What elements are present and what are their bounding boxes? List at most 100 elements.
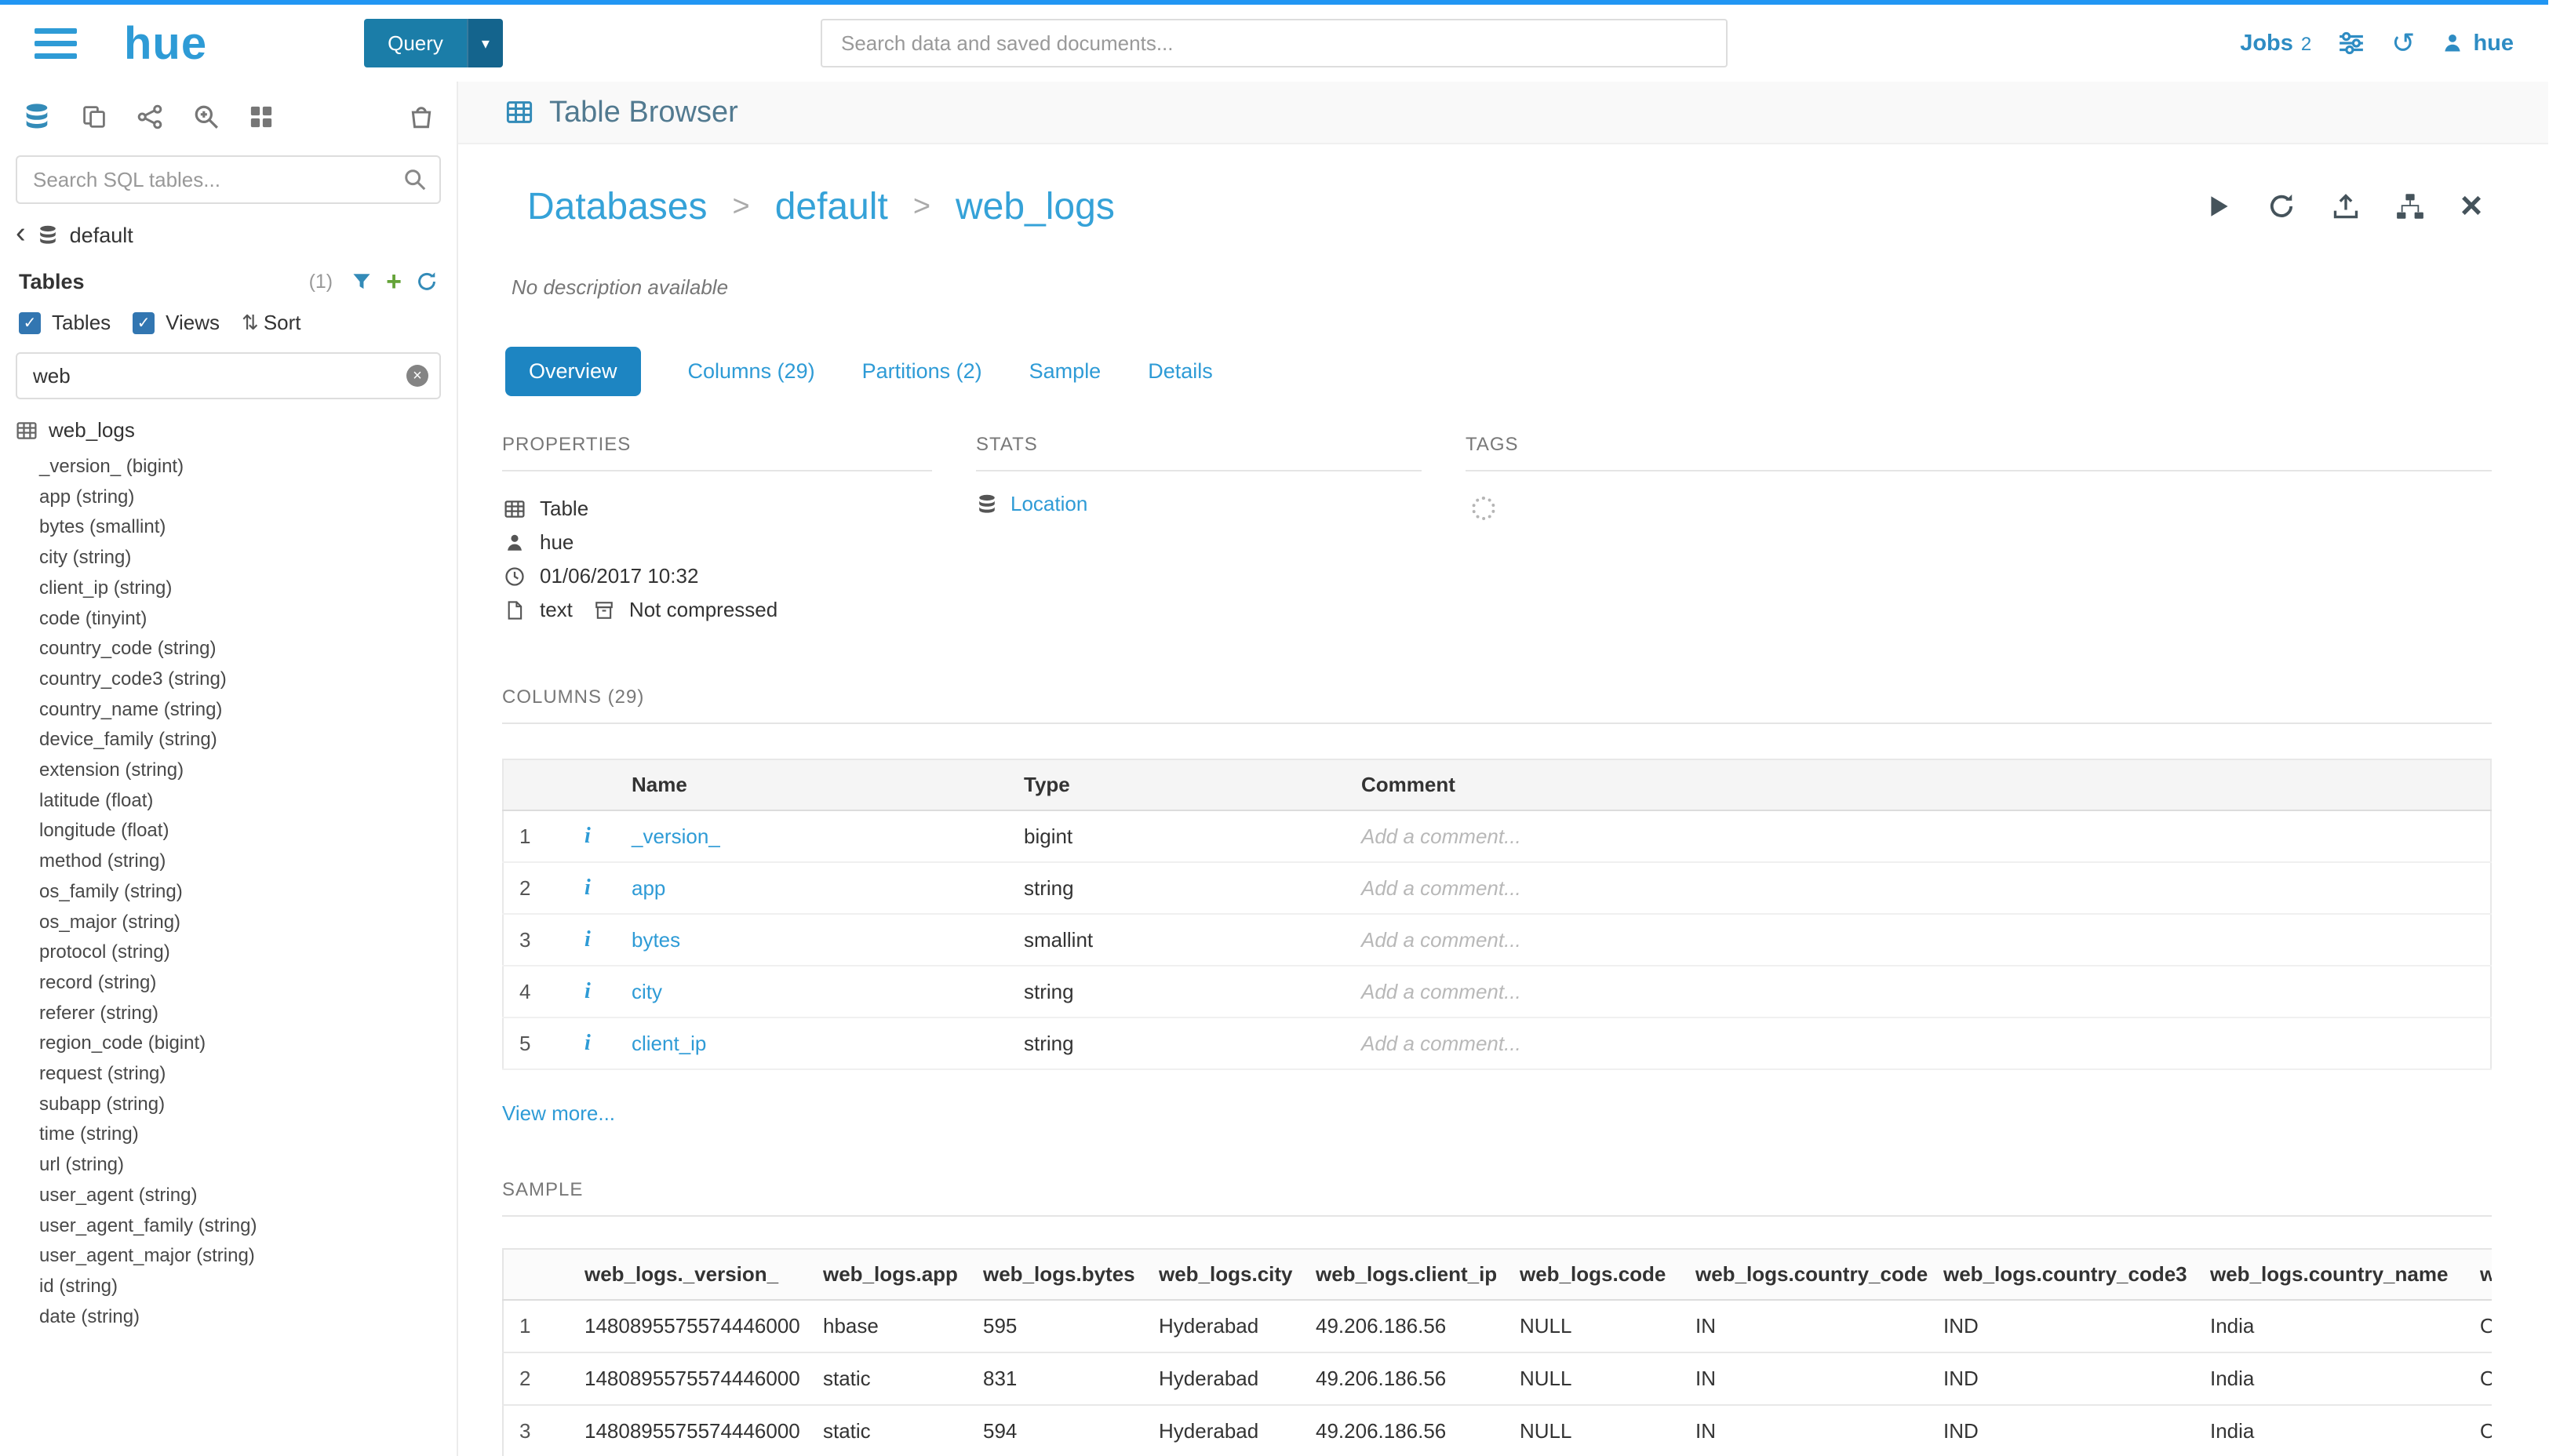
refresh-icon[interactable] (2267, 192, 2296, 220)
views-checkbox-label[interactable]: Views (166, 311, 220, 335)
import-icon[interactable] (2332, 192, 2360, 220)
documents-icon[interactable] (82, 104, 107, 129)
column-comment-placeholder[interactable]: Add a comment... (1361, 928, 1521, 952)
tables-checkbox-label[interactable]: Tables (52, 311, 111, 335)
column-list-item[interactable]: region_code (bigint) (39, 1028, 457, 1059)
column-comment-placeholder[interactable]: Add a comment... (1361, 876, 1521, 900)
column-name-link[interactable]: city (632, 980, 662, 1003)
column-list-item[interactable]: request (string) (39, 1059, 457, 1090)
breadcrumb-databases[interactable]: Databases (527, 185, 707, 228)
column-list-item[interactable]: user_agent_major (string) (39, 1241, 457, 1272)
column-list-item[interactable]: country_code (string) (39, 634, 457, 664)
history-icon[interactable]: ↺ (2391, 29, 2415, 57)
functions-icon[interactable] (137, 104, 163, 130)
hue-logo[interactable]: hue (124, 17, 207, 70)
row-number: 4 (503, 966, 569, 1017)
column-comment-placeholder[interactable]: Add a comment... (1361, 980, 1521, 1003)
add-table-icon[interactable]: + (386, 268, 402, 295)
column-list-item[interactable]: user_agent_family (string) (39, 1211, 457, 1242)
info-icon[interactable]: i (584, 875, 591, 900)
storage-icon (976, 493, 998, 515)
column-list-item[interactable]: os_family (string) (39, 877, 457, 908)
column-name-link[interactable]: _version_ (632, 824, 720, 848)
column-list-item[interactable]: app (string) (39, 482, 457, 513)
location-link[interactable]: Location (1010, 492, 1087, 516)
basket-icon[interactable] (408, 104, 435, 130)
clear-filter-icon[interactable]: × (406, 365, 428, 387)
tab-sample[interactable]: Sample (1029, 347, 1102, 396)
search-zoom-icon[interactable] (193, 104, 220, 130)
global-search-input[interactable] (821, 19, 1728, 67)
sliders-icon[interactable] (2338, 30, 2365, 56)
breadcrumb-table[interactable]: web_logs (956, 185, 1115, 228)
column-list-item[interactable]: referer (string) (39, 999, 457, 1029)
column-list-item[interactable]: device_family (string) (39, 725, 457, 755)
info-icon[interactable]: i (584, 824, 591, 848)
tables-checkbox[interactable]: ✓ (19, 312, 41, 334)
check-icon: ✓ (137, 313, 151, 333)
tab-columns[interactable]: Columns (29) (688, 347, 815, 396)
column-list-item[interactable]: _version_ (bigint) (39, 452, 457, 482)
column-list-item[interactable]: subapp (string) (39, 1090, 457, 1120)
info-icon[interactable]: i (584, 1031, 591, 1055)
sample-header-cell: web_logs.bytes (967, 1249, 1143, 1300)
column-list-item[interactable]: protocol (string) (39, 937, 457, 968)
table-filter-input[interactable] (16, 352, 441, 399)
sort-toggle[interactable]: ⇅ Sort (242, 311, 300, 335)
column-name-link[interactable]: app (632, 876, 665, 900)
column-list-item[interactable]: time (string) (39, 1119, 457, 1150)
active-database[interactable]: default (70, 224, 133, 248)
column-list-item[interactable]: country_name (string) (39, 695, 457, 726)
sample-cell: O (2464, 1405, 2492, 1456)
info-icon[interactable]: i (584, 979, 591, 1003)
view-more-link[interactable]: View more... (502, 1101, 615, 1126)
column-list-item[interactable]: date (string) (39, 1302, 457, 1333)
table-icon (502, 498, 527, 520)
column-comment-placeholder[interactable]: Add a comment... (1361, 1032, 1521, 1055)
column-list-item[interactable]: bytes (smallint) (39, 512, 457, 543)
info-icon[interactable]: i (584, 927, 591, 952)
column-list-item[interactable]: latitude (float) (39, 786, 457, 817)
user-menu[interactable]: hue (2442, 31, 2514, 56)
sample-cell: hbase (807, 1300, 967, 1352)
sql-tables-search-input[interactable] (16, 155, 441, 204)
data-source-icon[interactable] (22, 102, 52, 132)
search-icon[interactable] (403, 168, 427, 191)
views-checkbox[interactable]: ✓ (133, 312, 155, 334)
column-list-item[interactable]: user_agent (string) (39, 1181, 457, 1211)
column-name-link[interactable]: bytes (632, 928, 680, 952)
column-list-item[interactable]: country_code3 (string) (39, 664, 457, 695)
breadcrumb-database[interactable]: default (775, 185, 888, 228)
query-play-icon[interactable] (2206, 194, 2231, 219)
column-list-item[interactable]: code (tinyint) (39, 604, 457, 635)
close-icon[interactable]: × (2460, 191, 2482, 221)
apps-grid-icon[interactable] (249, 105, 273, 129)
table-description[interactable]: No description available (512, 275, 2492, 300)
column-list-item[interactable]: method (string) (39, 846, 457, 877)
filter-icon[interactable] (351, 271, 372, 292)
sidebar-table-web-logs[interactable]: web_logs (0, 399, 457, 446)
chevron-left-icon[interactable]: ‹ (16, 218, 26, 248)
tables-label: Tables (19, 270, 85, 294)
query-button-main[interactable]: Query (364, 19, 467, 67)
tab-overview[interactable]: Overview (505, 347, 641, 396)
column-list-item[interactable]: longitude (float) (39, 816, 457, 846)
hamburger-menu-icon[interactable] (35, 28, 77, 59)
columns-header-name: Name (616, 759, 1008, 810)
tab-partitions[interactable]: Partitions (2) (862, 347, 982, 396)
column-list-item[interactable]: client_ip (string) (39, 573, 457, 604)
column-list-item[interactable]: os_major (string) (39, 908, 457, 938)
sample-cell: IND (1928, 1352, 2194, 1405)
refresh-tables-icon[interactable] (416, 271, 438, 293)
jobs-link[interactable]: Jobs 2 (2240, 31, 2311, 56)
column-list-item[interactable]: record (string) (39, 968, 457, 999)
column-list-item[interactable]: url (string) (39, 1150, 457, 1181)
column-comment-placeholder[interactable]: Add a comment... (1361, 824, 1521, 848)
query-dropdown-button[interactable]: ▾ (467, 19, 503, 67)
column-list-item[interactable]: id (string) (39, 1272, 457, 1302)
lineage-icon[interactable] (2396, 192, 2424, 220)
tab-details[interactable]: Details (1148, 347, 1213, 396)
column-list-item[interactable]: city (string) (39, 543, 457, 573)
column-list-item[interactable]: extension (string) (39, 755, 457, 786)
column-name-link[interactable]: client_ip (632, 1032, 706, 1055)
